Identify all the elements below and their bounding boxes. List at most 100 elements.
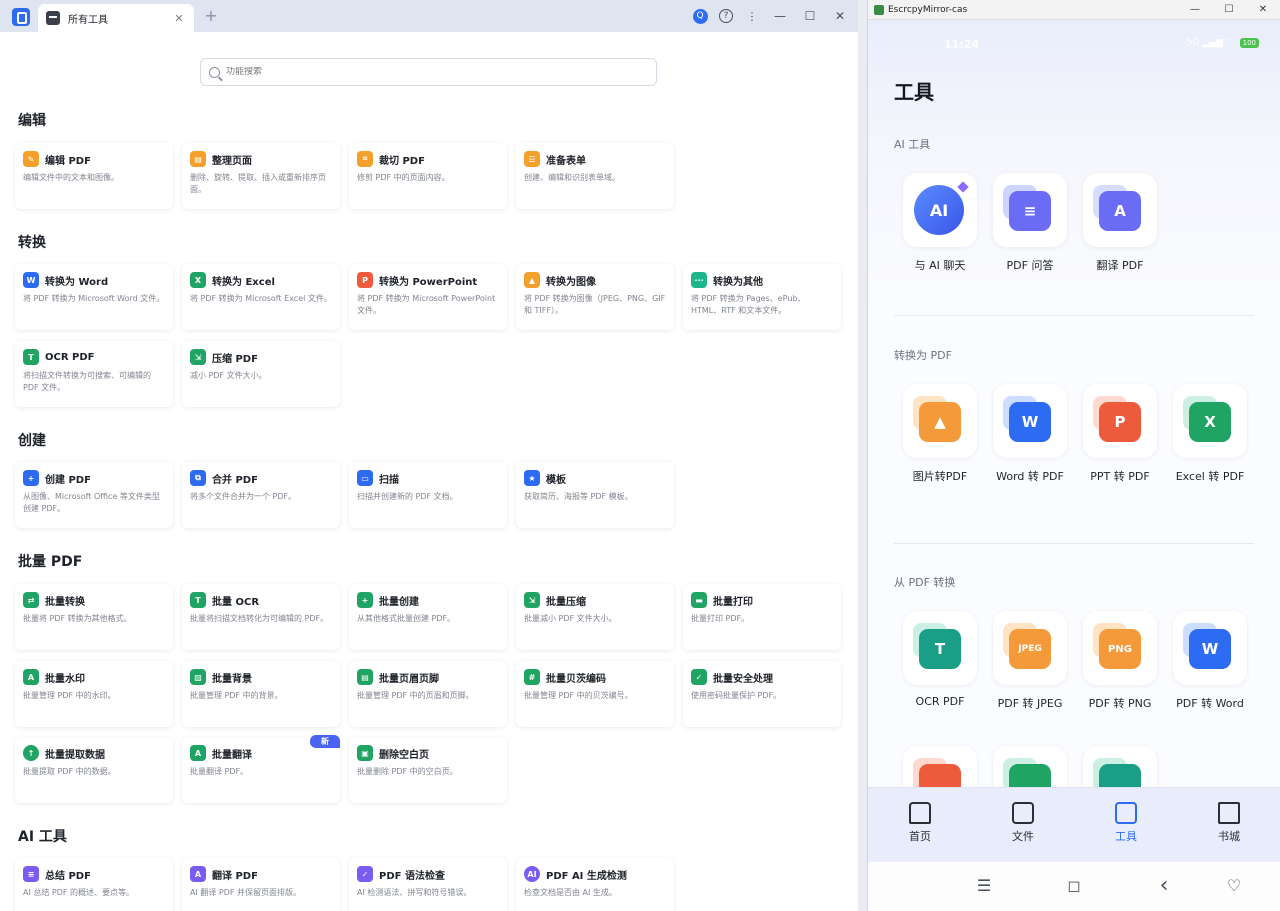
mirror-maximize-button[interactable]: ☐ [1212, 4, 1246, 15]
translate-icon: A [1083, 173, 1157, 247]
card-prepare-form[interactable]: ☰ 准备表单 创建、编辑和识别表单域。 [516, 143, 674, 209]
bates-icon: # [524, 669, 540, 685]
more-button[interactable]: ⋮ [742, 6, 762, 26]
card-batch-secure[interactable]: ✓ 批量安全处理 使用密码批量保护 PDF。 [683, 661, 841, 727]
card-batch-header-footer[interactable]: ▤ 批量页眉页脚 批量管理 PDF 中的页眉和页脚。 [349, 661, 507, 727]
card-desc: 扫描并创建新的 PDF 文档。 [357, 492, 458, 501]
card-batch-ocr[interactable]: T 批量 OCR 批量将扫描文档转化为可编辑的 PDF。 [182, 584, 340, 650]
word-glyph: W [1021, 413, 1039, 431]
section-create-title: 创建 [18, 433, 46, 449]
tile-translate-pdf[interactable]: A 翻译 PDF [1075, 173, 1165, 273]
tab-all-tools[interactable]: 所有工具 ✕ [38, 4, 194, 32]
card-batch-bates[interactable]: # 批量贝茨编码 批量管理 PDF 中的贝茨编号。 [516, 661, 674, 727]
tile-ppt-to-pdf[interactable]: P PPT 转 PDF [1075, 384, 1165, 484]
card-ai-detect[interactable]: AI PDF AI 生成检测 检查文档是否由 AI 生成。 [516, 858, 674, 911]
minimize-button[interactable]: — [768, 9, 792, 23]
excel-icon: X [1173, 384, 1247, 458]
card-batch-create[interactable]: + 批量创建 从其他格式批量创建 PDF。 [349, 584, 507, 650]
mirror-title-bar: EscrcpyMirror-cas — ☐ ✕ [868, 0, 1280, 20]
tab-files[interactable]: 文件 [993, 802, 1053, 844]
tab-home[interactable]: 首页 [890, 802, 950, 844]
doc-lines-glyph: ≡ [1023, 202, 1037, 220]
card-batch-convert[interactable]: ⇄ 批量转换 批量将 PDF 转换为其他格式。 [15, 584, 173, 650]
back-icon[interactable]: ‹ [1154, 875, 1174, 897]
card-scan[interactable]: ▭ 扫描 扫描并创建新的 PDF 文档。 [349, 462, 507, 528]
tab-bookshelf[interactable]: 书城 [1199, 802, 1259, 844]
ppt-glyph: P [1114, 413, 1126, 431]
help-button[interactable]: ? [716, 6, 736, 26]
home-nav-icon[interactable]: ◻ [1064, 878, 1084, 894]
card-title: 转换为 Excel [212, 276, 275, 288]
card-translate-pdf[interactable]: A 翻译 PDF AI 翻译 PDF 并保留页面排版。 [182, 858, 340, 911]
card-desc: 批量将 PDF 转换为其他格式。 [23, 614, 132, 623]
tab-close-icon[interactable]: ✕ [172, 12, 186, 25]
tile-word-to-pdf[interactable]: W Word 转 PDF [985, 384, 1075, 484]
section-convert-title: 转换 [18, 235, 46, 251]
card-grammar-check[interactable]: ✓ PDF 语法检查 AI 检测语法、拼写和符号错误。 [349, 858, 507, 911]
powerpoint-icon: P [357, 272, 373, 288]
tile-ai-chat[interactable]: AI 与 AI 聊天 [895, 173, 985, 273]
file-icon [1012, 802, 1034, 824]
word-icon: W [993, 384, 1067, 458]
card-desc: 检查文档是否由 AI 生成。 [524, 888, 617, 897]
card-crop-pdf[interactable]: ⌗ 裁切 PDF 修剪 PDF 中的页面内容。 [349, 143, 507, 209]
card-ocr-pdf[interactable]: T OCR PDF 将扫描文件转换为可搜索、可编辑的 PDF 文件。 [15, 341, 173, 407]
image-glyph: ▲ [934, 413, 946, 431]
excel-icon: X [190, 272, 206, 288]
tile-pdf-to-word[interactable]: W PDF 转 Word [1165, 611, 1255, 711]
card-delete-blank[interactable]: ▣ 删除空白页 批量删除 PDF 中的空白页。 [349, 737, 507, 803]
bottom-tab-bar: 首页 文件 工具 书城 [868, 787, 1280, 862]
card-desc: 将 PDF 转换为 Pages、ePub、HTML、RTF 和文本文件。 [691, 294, 806, 315]
card-batch-compress[interactable]: ⇲ 批量压缩 批量减小 PDF 文件大小。 [516, 584, 674, 650]
ai-translate-icon: A [190, 866, 206, 882]
pdf-qa-icon: ≡ [993, 173, 1067, 247]
maximize-button[interactable]: ☐ [798, 9, 822, 23]
card-summarize-pdf[interactable]: ≡ 总结 PDF AI 总结 PDF 的概述、要点等。 [15, 858, 173, 911]
to-pdf-section-title: 转换为 PDF [894, 349, 952, 362]
card-to-excel[interactable]: X 转换为 Excel 将 PDF 转换为 Microsoft Excel 文件。 [182, 264, 340, 330]
card-batch-print[interactable]: ▬ 批量打印 批量打印 PDF。 [683, 584, 841, 650]
card-title: 批量水印 [45, 673, 85, 685]
organize-pages-icon: ▤ [190, 151, 206, 167]
card-template[interactable]: ★ 模板 获取简历、海报等 PDF 模板。 [516, 462, 674, 528]
mirror-minimize-button[interactable]: — [1178, 4, 1212, 15]
header-footer-icon: ▤ [357, 669, 373, 685]
batch-compress-icon: ⇲ [524, 592, 540, 608]
mirror-close-button[interactable]: ✕ [1246, 4, 1280, 15]
app-logo-icon[interactable] [12, 8, 30, 26]
tile-pdf-to-png[interactable]: PNG PDF 转 PNG [1075, 611, 1165, 711]
recents-icon[interactable]: ☰ [974, 878, 994, 894]
card-organize-pages[interactable]: ▤ 整理页面 删除、旋转、提取、插入或重新排序页面。 [182, 143, 340, 209]
tile-image-to-pdf[interactable]: ▲ 图片转PDF [895, 384, 985, 484]
card-to-other[interactable]: ··· 转换为其他 将 PDF 转换为 Pages、ePub、HTML、RTF 和… [683, 264, 841, 330]
card-desc: 获取简历、海报等 PDF 模板。 [524, 492, 633, 501]
tile-excel-to-pdf[interactable]: X Excel 转 PDF [1165, 384, 1255, 484]
search-box[interactable] [200, 58, 657, 86]
section-ai-title: AI 工具 [18, 829, 67, 845]
card-desc: 批量删除 PDF 中的空白页。 [357, 767, 458, 776]
card-batch-extract[interactable]: ↑ 批量提取数据 批量提取 PDF 中的数据。 [15, 737, 173, 803]
close-button[interactable]: ✕ [828, 9, 852, 23]
tile-pdf-qa[interactable]: ≡ PDF 问答 [985, 173, 1075, 273]
card-create-pdf[interactable]: + 创建 PDF 从图像、Microsoft Office 等文件类型创建 PDF… [15, 462, 173, 528]
account-button[interactable]: Q [690, 6, 710, 26]
page-title: 工具 [894, 80, 934, 104]
card-batch-background[interactable]: ▨ 批量背景 批量管理 PDF 中的背景。 [182, 661, 340, 727]
card-batch-watermark[interactable]: A 批量水印 批量管理 PDF 中的水印。 [15, 661, 173, 727]
new-tab-button[interactable]: + [202, 6, 220, 26]
tile-pdf-to-jpeg[interactable]: JPEG PDF 转 JPEG [985, 611, 1075, 711]
card-to-word[interactable]: W 转换为 Word 将 PDF 转换为 Microsoft Word 文件。 [15, 264, 173, 330]
tab-tools[interactable]: 工具 [1096, 802, 1156, 844]
card-compress-pdf[interactable]: ⇲ 压缩 PDF 减小 PDF 文件大小。 [182, 341, 340, 407]
divider [894, 543, 1254, 544]
card-edit-pdf[interactable]: ✎ 编辑 PDF 编辑文件中的文本和图像。 [15, 143, 173, 209]
card-merge-pdf[interactable]: ⧉ 合并 PDF 将多个文件合并为一个 PDF。 [182, 462, 340, 528]
more-formats-icon: ··· [691, 272, 707, 288]
card-desc: 删除、旋转、提取、插入或重新排序页面。 [190, 173, 326, 194]
search-input[interactable] [226, 67, 656, 77]
assistant-icon[interactable]: ♡ [1224, 878, 1244, 894]
card-to-ppt[interactable]: P 转换为 PowerPoint 将 PDF 转换为 Microsoft Powe… [349, 264, 507, 330]
card-to-image[interactable]: ▲ 转换为图像 将 PDF 转换为图像（JPEG、PNG、GIF 和 TIFF）。 [516, 264, 674, 330]
card-title: 批量 OCR [212, 596, 260, 608]
tile-ocr-pdf[interactable]: T OCR PDF [895, 611, 985, 708]
